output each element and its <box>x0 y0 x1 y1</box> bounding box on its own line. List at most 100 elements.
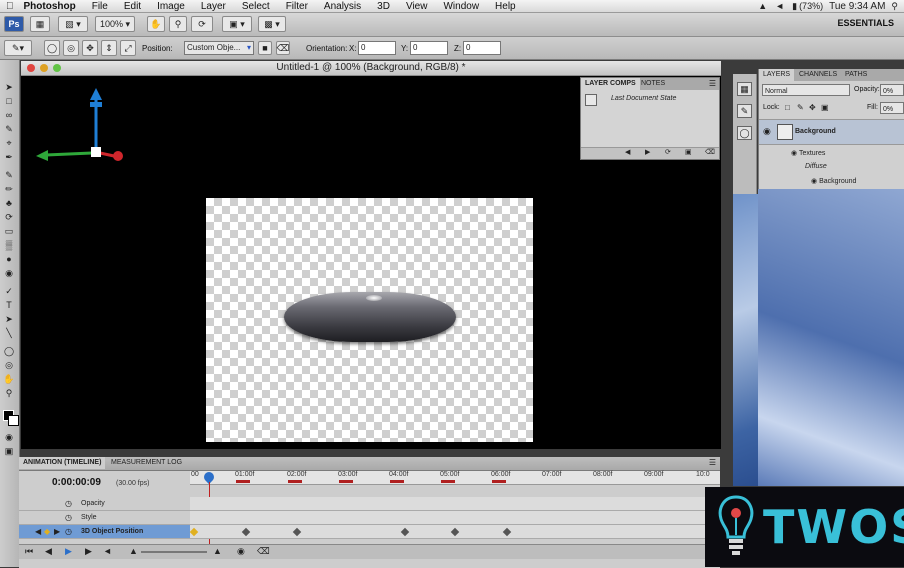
bridge-icon[interactable]: ▦ <box>30 16 50 32</box>
quick-selection-tool-icon[interactable]: ✎ <box>3 124 15 135</box>
path-selection-tool-icon[interactable]: ➤ <box>3 314 15 325</box>
keyframe-toggle-icon[interactable]: ◆ <box>44 525 50 539</box>
lasso-tool-icon[interactable]: ∞ <box>3 110 15 121</box>
track-row-3d-object-position[interactable]: ◀ ◆ ▶ ◷ 3D Object Position <box>19 525 190 539</box>
layer-comps-dock-icon[interactable]: ▦ <box>737 82 752 96</box>
x-axis-arrow-icon[interactable] <box>36 150 48 161</box>
panel-menu-icon[interactable]: ☰ <box>709 78 716 90</box>
track-row-style[interactable]: ◷ Style <box>19 511 190 525</box>
menu-edit[interactable]: Edit <box>124 1 141 12</box>
menu-layer[interactable]: Layer <box>201 1 226 12</box>
gizmo-center-icon[interactable] <box>91 147 101 157</box>
z-axis-line[interactable] <box>99 151 115 158</box>
lock-transparency-icon[interactable]: □ <box>785 103 790 112</box>
document-title-bar[interactable]: Untitled-1 @ 100% (Background, RGB/8) * <box>21 61 721 76</box>
3d-roll-icon[interactable]: ◎ <box>63 40 79 56</box>
menu-window[interactable]: Window <box>443 1 479 12</box>
menu-3d[interactable]: 3D <box>377 1 390 12</box>
extras-icon[interactable]: ▩ ▾ <box>258 16 286 32</box>
lock-pixels-icon[interactable]: ✎ <box>797 103 804 112</box>
keyframe[interactable] <box>502 527 512 537</box>
zoom-in-timeline-icon[interactable]: ▲ <box>213 546 222 556</box>
next-keyframe-icon[interactable]: ▶ <box>54 525 60 539</box>
x-axis-line[interactable] <box>45 151 93 157</box>
minimize-window-icon[interactable] <box>40 64 48 72</box>
textures-eye-icon[interactable]: ◉ <box>791 150 797 157</box>
menu-help[interactable]: Help <box>495 1 516 12</box>
next-frame-icon[interactable]: ▶ <box>85 546 92 557</box>
workspace-switcher[interactable]: ESSENTIALS <box>837 18 894 28</box>
orientation-x-input[interactable]: 0 <box>358 41 396 55</box>
rotate-view-icon[interactable]: ⟳ <box>191 16 213 32</box>
app-menu[interactable]: Photoshop <box>24 1 76 12</box>
notes-dock-icon[interactable]: ✎ <box>737 104 752 118</box>
eraser-tool-icon[interactable]: ▭ <box>3 226 15 237</box>
move-tool-icon[interactable]: ➤ <box>3 82 15 93</box>
battery-icon[interactable]: ▮ <box>792 1 797 12</box>
arrange-documents-icon[interactable]: ▧ ▾ <box>58 16 88 32</box>
keyframe[interactable] <box>241 527 251 537</box>
previous-comp-icon[interactable]: ◀ <box>625 148 630 156</box>
timeline-ruler[interactable]: 00 01:00f 02:00f 03:00f 04:00f 05:00f 06… <box>190 471 720 485</box>
zoom-out-timeline-icon[interactable]: ▲ <box>129 546 138 556</box>
hand-tool-sidebar-icon[interactable]: ✋ <box>3 374 15 385</box>
3d-object-tool-icon[interactable]: ◯ <box>3 346 15 357</box>
y-axis-arrow-icon[interactable] <box>90 88 102 100</box>
layer-row-background[interactable]: ◉ Background <box>759 119 904 145</box>
opacity-input[interactable]: 0% <box>880 84 904 96</box>
lock-position-icon[interactable]: ✥ <box>809 103 816 112</box>
play-icon[interactable]: ▶ <box>65 546 72 557</box>
tab-channels[interactable]: CHANNELS <box>795 69 841 81</box>
diffuse-item[interactable]: Diffuse <box>805 163 827 170</box>
menu-select[interactable]: Select <box>242 1 270 12</box>
zoom-tool-sidebar-icon[interactable]: ⚲ <box>3 388 15 399</box>
position-dropdown[interactable]: Custom Obje... ▾ <box>184 41 254 55</box>
marquee-tool-icon[interactable]: □ <box>3 96 15 107</box>
stopwatch-icon[interactable]: ◷ <box>65 525 72 539</box>
menu-image[interactable]: Image <box>157 1 185 12</box>
close-window-icon[interactable] <box>27 64 35 72</box>
gradient-tool-icon[interactable]: ▒ <box>3 240 15 251</box>
pen-tool-icon[interactable]: ✓ <box>3 286 15 297</box>
3d-pan-icon[interactable]: ✥ <box>82 40 98 56</box>
blend-mode-dropdown[interactable]: Normal <box>762 84 850 96</box>
wifi-icon[interactable]: ▲ <box>758 1 767 11</box>
texture-background-item[interactable]: ◉ Background <box>811 177 856 185</box>
3d-axis-gizmo[interactable] <box>30 84 130 174</box>
tab-measurement-log[interactable]: MEASUREMENT LOG <box>107 457 186 469</box>
hand-tool-icon[interactable]: ✋ <box>147 16 165 32</box>
keyframe[interactable] <box>292 527 302 537</box>
keyframe[interactable] <box>400 527 410 537</box>
update-comp-icon[interactable]: ⟳ <box>665 148 671 156</box>
textures-item[interactable]: ◉ Textures <box>791 149 825 157</box>
track-lane-style[interactable] <box>190 511 720 525</box>
healing-brush-tool-icon[interactable]: ✎ <box>3 170 15 181</box>
shape-tool-icon[interactable]: ╲ <box>3 328 15 339</box>
blur-tool-icon[interactable]: ● <box>3 254 15 265</box>
menu-analysis[interactable]: Analysis <box>324 1 361 12</box>
onion-skin-icon[interactable]: ◉ <box>237 546 245 557</box>
last-document-state-item[interactable]: Last Document State <box>611 95 676 102</box>
screen-mode-sidebar-icon[interactable]: ▣ <box>3 446 15 457</box>
current-timecode[interactable]: 0:00:00:09 <box>52 477 101 488</box>
delete-keyframe-icon[interactable]: ⌫ <box>257 546 270 557</box>
save-position-icon[interactable]: ■ <box>258 41 272 55</box>
zoom-window-icon[interactable] <box>53 64 61 72</box>
new-comp-icon[interactable]: ▣ <box>685 148 692 156</box>
3d-rotate-icon[interactable]: ◯ <box>44 40 60 56</box>
3d-scale-icon[interactable]: ⤢ <box>120 40 136 56</box>
next-comp-icon[interactable]: ▶ <box>645 148 650 156</box>
tab-layer-comps[interactable]: LAYER COMPS <box>581 78 640 90</box>
tab-notes[interactable]: NOTES <box>637 78 669 90</box>
first-frame-icon[interactable]: ⏮ <box>25 546 33 557</box>
timeline-zoom-slider[interactable] <box>141 551 207 553</box>
zoom-tool-icon[interactable]: ⚲ <box>169 16 187 32</box>
track-lane-3d-object-position[interactable] <box>189 525 720 539</box>
apple-icon[interactable]:  <box>6 1 14 12</box>
3d-dock-icon[interactable]: ◯ <box>737 126 752 140</box>
layer-visibility-eye-icon[interactable]: ◉ <box>763 126 771 137</box>
3d-slide-icon[interactable]: ⇕ <box>101 40 117 56</box>
tab-paths[interactable]: PATHS <box>841 69 871 81</box>
background-color-swatch[interactable] <box>8 415 19 426</box>
eyedropper-tool-icon[interactable]: ✒ <box>3 152 15 163</box>
